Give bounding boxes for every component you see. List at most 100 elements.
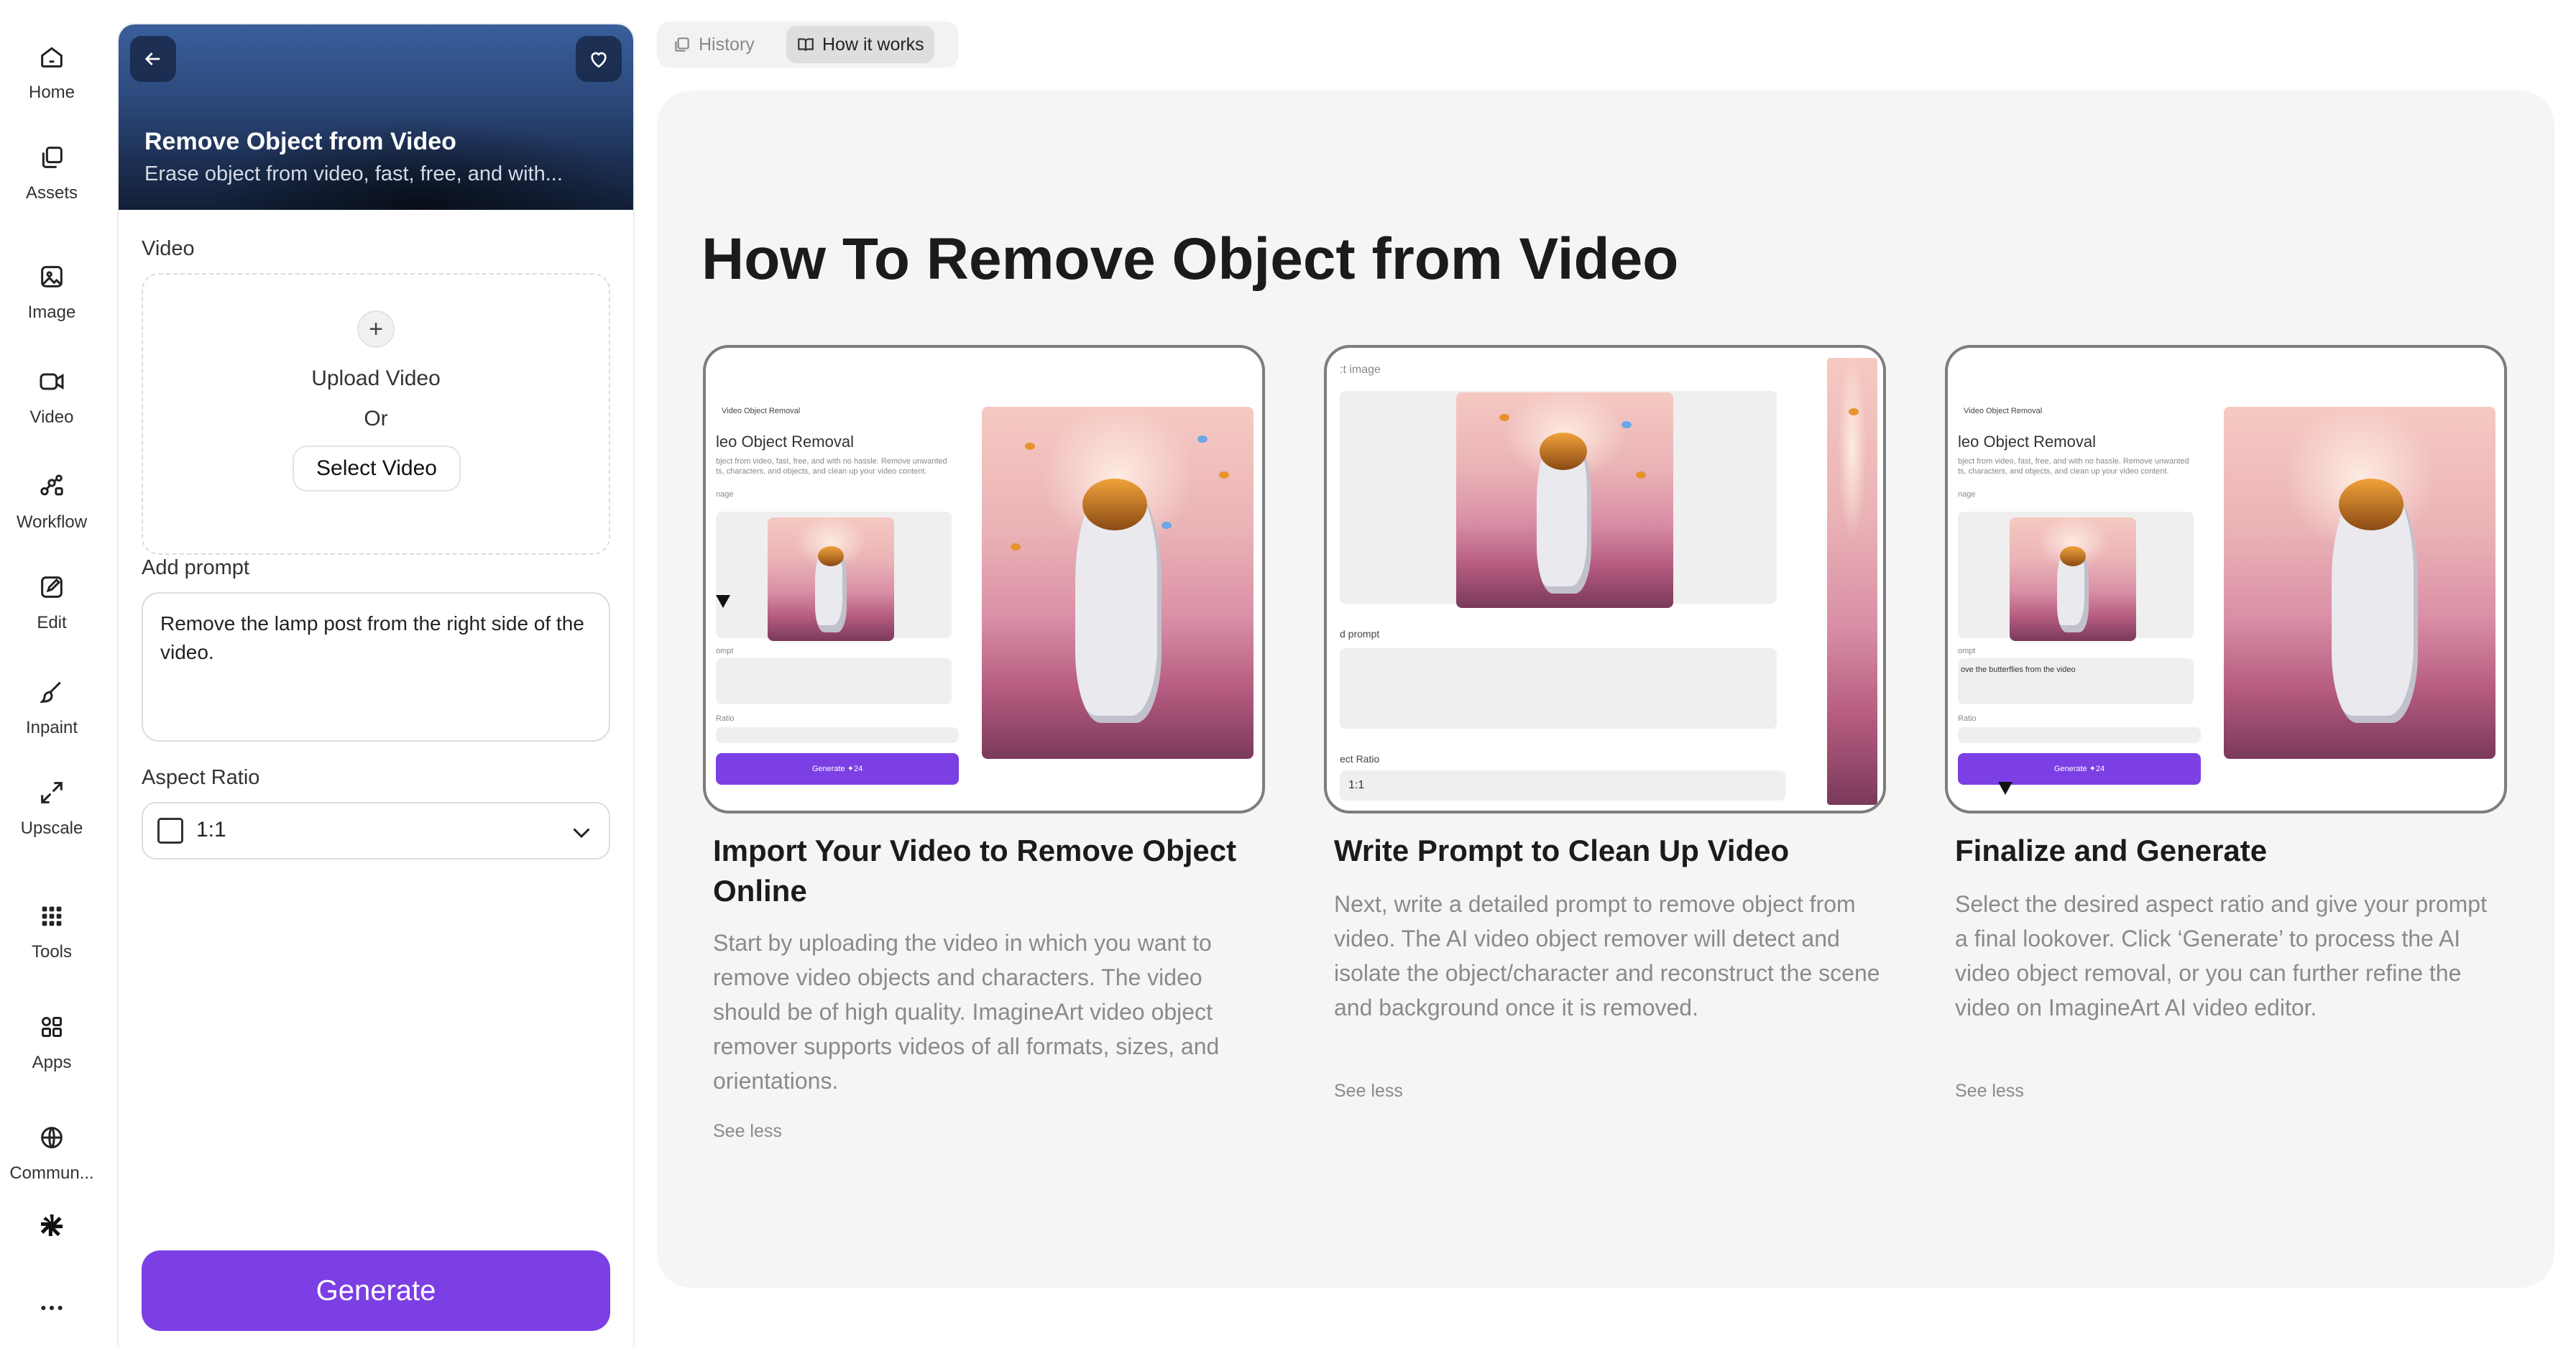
favorite-button[interactable] [576,36,622,82]
aspect-ratio-value: 1:1 [196,818,226,842]
nav-item-apps[interactable]: Apps [0,999,104,1085]
workflow-icon [36,471,68,502]
arrow-left-icon [144,52,160,65]
page-title: How To Remove Object from Video [702,226,1679,292]
nav-item-edit[interactable]: Edit [0,559,104,645]
more-dots-icon [36,1292,68,1324]
nav-label: Apps [32,1053,72,1072]
step-3-description: Select the desired aspect ratio and give… [1955,891,2487,1020]
preview-prompt-box [716,658,952,704]
nav-label: Commun... [9,1163,94,1183]
nav-label: Workflow [16,512,88,532]
back-button[interactable] [130,36,176,82]
preview-ratio-label: Ratio [716,714,735,723]
how-it-works-panel: How To Remove Object from Video Video Ob… [657,91,2554,1288]
tool-title: Remove Object from Video [144,128,456,155]
nav-label: Upscale [20,819,83,838]
preview-ratio-select [716,727,959,743]
upload-video-label: Upload Video [311,367,441,390]
step-3-preview-image: Video Object Removal leo Object Removal … [1945,345,2507,813]
preview-ratio-select [1958,727,2201,743]
step-2-title: Write Prompt to Clean Up Video [1334,834,1790,867]
nav-label: Home [28,83,75,102]
aspect-ratio-label: Aspect Ratio [142,766,260,789]
select-video-button[interactable]: Select Video [293,446,461,492]
brush-icon [36,676,68,708]
step-3-title: Finalize and Generate [1955,834,2268,867]
preview-desc-line: ts, characters, and objects, and clean u… [1958,467,2169,476]
nav-item-tools[interactable]: Tools [0,888,104,974]
heart-icon [591,52,607,68]
preview-generate-button: Generate ✦24 [716,753,959,785]
nav-item-assets[interactable]: Assets [0,129,104,216]
nav-item-inpaint[interactable]: Inpaint [0,664,104,750]
globe-icon [36,1122,68,1153]
chevron-down-icon [573,828,590,839]
video-label: Video [142,237,195,260]
preview-image-label: nage [1958,490,1976,499]
nav-label: Edit [37,613,67,632]
nav-rail: Home Assets Image Video Workflow Edit In… [0,0,104,1346]
preview-prompt-text: ove the butterflies from the video [1961,665,2076,674]
step-1-description: Start by uploading the video in which yo… [713,930,1220,1094]
expand-icon [36,777,68,808]
nav-label: Image [27,303,76,322]
prompt-label: Add prompt [142,556,249,579]
history-icon [675,37,689,52]
preview-heading: leo Object Removal [1958,433,2096,451]
aspect-ratio-select[interactable]: 1:1 [142,802,610,859]
preview-ratio-label: Ratio [1958,714,1977,723]
preview-prompt-label: ompt [716,647,734,655]
assets-icon [36,142,68,173]
cursor-icon [1998,782,2012,795]
nav-label: Inpaint [25,718,78,737]
generate-button[interactable]: Generate [142,1250,610,1331]
tool-panel: Remove Object from Video Erase object fr… [117,23,635,1346]
astronaut-output-image [2224,407,2496,759]
tool-subtitle: Erase object from video, fast, free, and… [144,162,563,185]
step-1-preview-image: Video Object Removal leo Object Removal … [703,345,1265,813]
prompt-textarea[interactable]: Remove the lamp post from the right side… [142,592,610,742]
upload-plus-icon[interactable]: + [357,310,395,348]
astronaut-output-image [982,407,1254,759]
view-tabs: History How it works [657,22,959,68]
step-3-see-less-link[interactable]: See less [1955,1081,2024,1102]
preview-generate-button: Generate ✦24 [1958,753,2201,785]
step-1-title: Import Your Video to Remove Object Onlin… [713,834,1237,908]
book-icon [798,38,814,51]
tab-how-it-works-label: How it works [822,34,924,55]
nav-item-upscale[interactable]: Upscale [0,765,104,851]
asterisk-logo-icon [36,1209,68,1241]
tool-hero-banner: Remove Object from Video Erase object fr… [119,24,633,210]
nav-label: Video [29,407,74,427]
step-2-see-less-link[interactable]: See less [1334,1081,1403,1102]
step-2-description: Next, write a detailed prompt to remove … [1334,891,1880,1020]
more-button[interactable] [0,1272,104,1344]
or-label: Or [364,407,388,430]
video-upload-dropzone[interactable]: + Upload Video Or Select Video [142,273,610,555]
astronaut-thumbnail [768,517,894,641]
brand-logo[interactable] [0,1186,104,1265]
nav-item-home[interactable]: Home [0,29,104,115]
step-2-preview-image: :t image d prompt ect Ratio 1:1 [1324,345,1886,813]
preview-prompt-label: d prompt [1340,628,1380,640]
tab-how-it-works[interactable]: How it works [786,26,934,63]
nav-item-workflow[interactable]: Workflow [0,458,104,545]
nav-item-video[interactable]: Video [0,354,104,440]
nav-label: Assets [25,183,78,203]
edit-icon [36,571,68,603]
apps-icon [36,1011,68,1043]
video-icon [36,366,68,397]
step-1-see-less-link[interactable]: See less [713,1121,782,1142]
grid-icon [36,900,68,932]
preview-app-name: Video Object Removal [1964,407,2043,415]
preview-ratio-value: 1:1 [1348,779,1365,791]
preview-prompt-box [1340,648,1777,729]
nav-item-image[interactable]: Image [0,249,104,335]
preview-ratio-select [1340,770,1785,801]
output-image-strip [1827,358,1877,805]
astronaut-thumbnail [2010,517,2136,641]
nav-label: Tools [31,942,73,962]
tab-history[interactable]: History [663,26,765,63]
nav-item-community[interactable]: Commun... [0,1110,104,1196]
